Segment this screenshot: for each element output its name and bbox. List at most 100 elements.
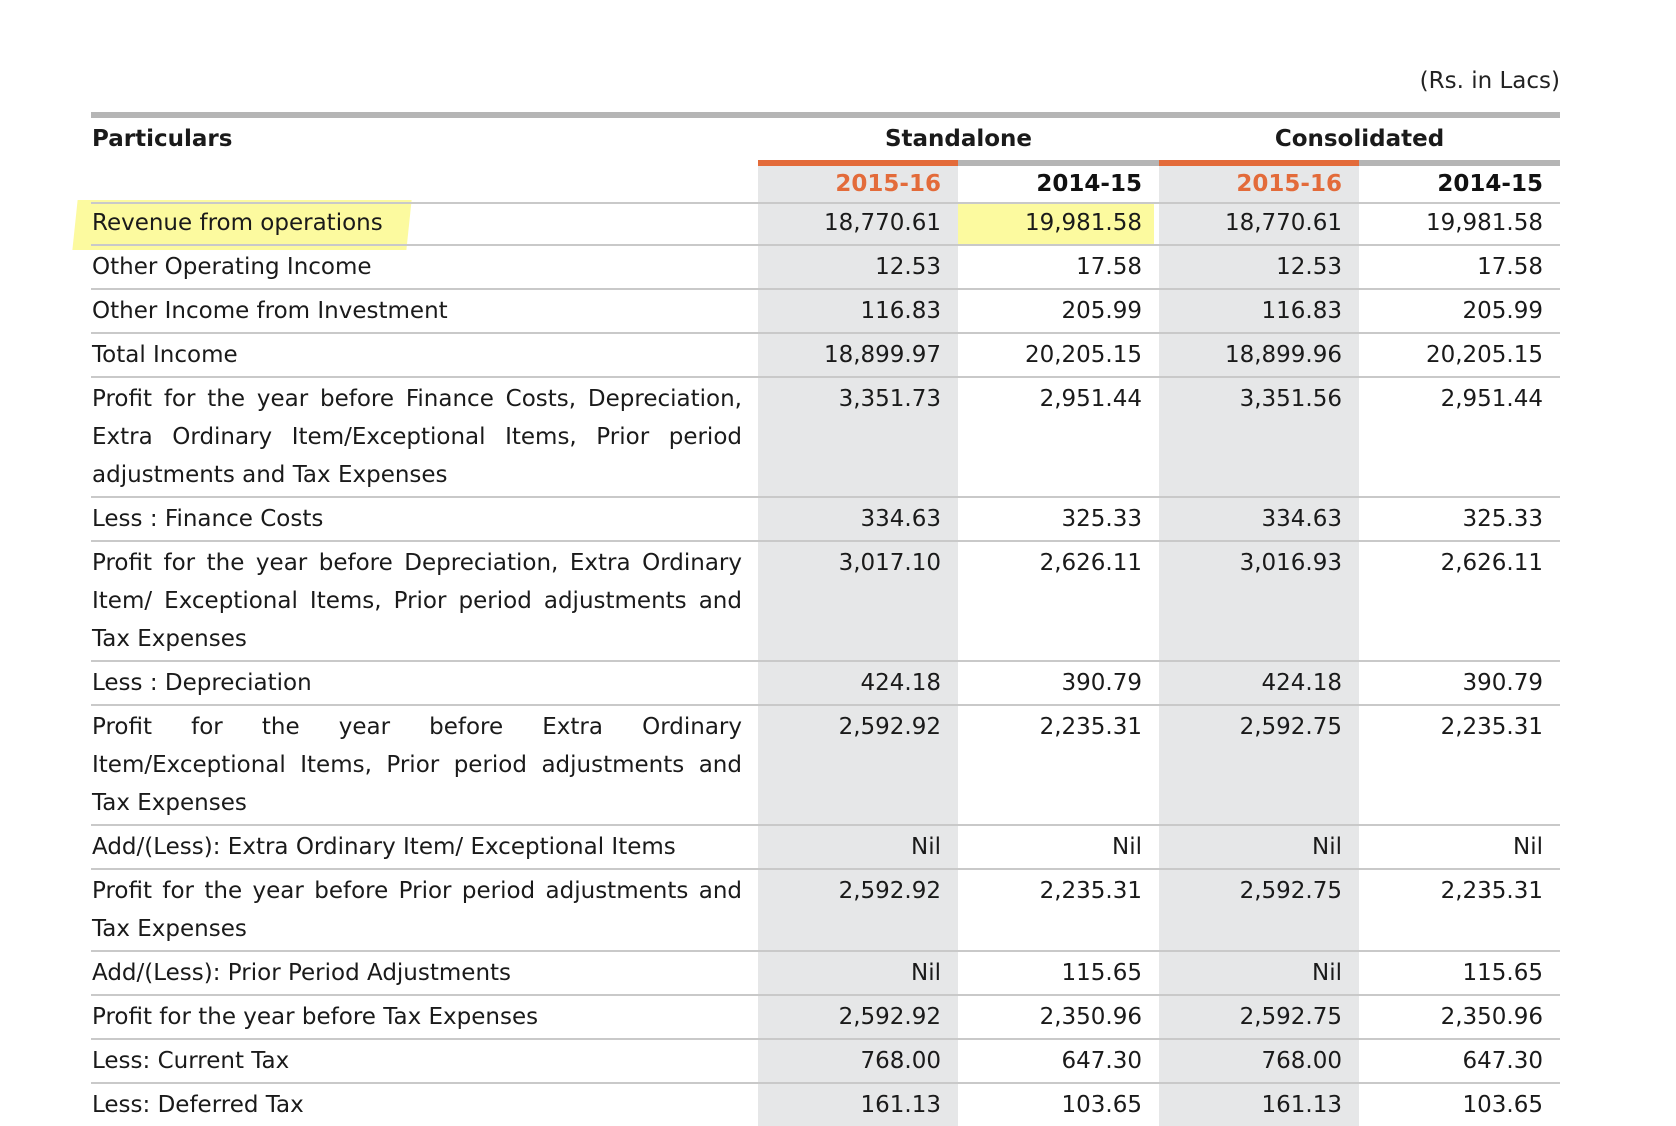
year-standalone-previous: 2014-15 [1036, 171, 1142, 197]
year-standalone-current: 2015-16 [758, 166, 958, 202]
table-body: Revenue from operations 18,770.61 19,981.5… [91, 202, 1560, 1126]
table-row: Profit for the year before Prior period … [91, 868, 1560, 950]
row-label: Add/(Less): Extra Ordinary Item/ Excepti… [92, 834, 676, 860]
row-value: 12.53 [758, 246, 958, 288]
row-label: Profit for the year before Finance Costs… [92, 386, 742, 488]
row-value: Nil [1112, 834, 1142, 860]
row-label: Revenue from operations [92, 210, 383, 236]
row-value: 18,899.97 [758, 334, 958, 376]
header-spacer [91, 166, 758, 202]
row-value: 2,235.31 [1440, 878, 1543, 904]
row-value: Nil [1159, 952, 1359, 994]
row-value: 2,350.96 [1440, 1004, 1543, 1030]
row-value: 18,770.61 [758, 204, 958, 244]
row-value: Nil [758, 952, 958, 994]
consolidated-header: Consolidated [1274, 126, 1445, 152]
row-label: Profit for the year before Tax Expenses [92, 1004, 539, 1030]
row-value: 2,592.75 [1159, 996, 1359, 1038]
row-value: 2,626.11 [1440, 550, 1543, 576]
row-value: 116.83 [758, 290, 958, 332]
row-value: 2,235.31 [1440, 714, 1543, 740]
row-value: 3,017.10 [758, 542, 958, 660]
row-value: 17.58 [1477, 254, 1543, 280]
row-label: Other Operating Income [92, 254, 372, 280]
row-value: 390.79 [1462, 670, 1543, 696]
table-row: Add/(Less): Extra Ordinary Item/ Excepti… [91, 824, 1560, 868]
table-row: Revenue from operations 18,770.61 19,981.5… [91, 202, 1560, 244]
year-consolidated-current: 2015-16 [1159, 166, 1359, 202]
row-label: Less: Deferred Tax [92, 1092, 304, 1118]
row-value: 103.65 [1061, 1092, 1142, 1118]
particulars-header: Particulars [92, 126, 233, 152]
row-label: Profit for the year before Prior period … [92, 878, 742, 942]
row-value: 115.65 [1462, 960, 1543, 986]
row-value: 334.63 [758, 498, 958, 540]
row-value: 161.13 [1159, 1084, 1359, 1126]
row-value: Nil [1513, 834, 1543, 860]
row-value: 3,016.93 [1159, 542, 1359, 660]
row-value: 325.33 [1462, 506, 1543, 532]
row-label: Total Income [92, 342, 238, 368]
row-label: Less : Finance Costs [92, 506, 324, 532]
row-value: 205.99 [1061, 298, 1142, 324]
table-row: Less: Current Tax 768.00 647.30 768.00 647.3… [91, 1038, 1560, 1082]
row-value: 20,205.15 [1425, 342, 1543, 368]
row-value: 18,770.61 [1159, 204, 1359, 244]
row-value: 3,351.73 [758, 378, 958, 496]
year-consolidated-previous: 2014-15 [1437, 171, 1543, 197]
row-value: Nil [758, 826, 958, 868]
row-value: 2,350.96 [1039, 1004, 1142, 1030]
row-value: 768.00 [758, 1040, 958, 1082]
row-value: Nil [1159, 826, 1359, 868]
row-label: Profit for the year before Extra Ordinar… [92, 714, 742, 816]
row-value: 424.18 [1159, 662, 1359, 704]
row-label: Other Income from Investment [92, 298, 448, 324]
row-value: 2,592.92 [758, 996, 958, 1038]
financial-results-table: Particulars Standalone Consolidated 2015… [91, 112, 1560, 1126]
table-row: Profit for the year before Tax Expenses 2… [91, 994, 1560, 1038]
row-value: 2,592.92 [758, 870, 958, 950]
row-label: Profit for the year before Depreciation,… [92, 550, 742, 652]
row-label: Less : Depreciation [92, 670, 312, 696]
row-value: 2,235.31 [1039, 714, 1142, 740]
table-row: Profit for the year before Finance Costs… [91, 376, 1560, 496]
row-value: 2,951.44 [1039, 386, 1142, 412]
row-value: 20,205.15 [1024, 342, 1142, 368]
row-value: 115.65 [1061, 960, 1142, 986]
row-value: 647.30 [1462, 1048, 1543, 1074]
row-value: 2,235.31 [1039, 878, 1142, 904]
row-value: 2,592.92 [758, 706, 958, 824]
row-value: 390.79 [1061, 670, 1142, 696]
table-row: Profit for the year before Depreciation,… [91, 540, 1560, 660]
row-value: 3,351.56 [1159, 378, 1359, 496]
row-value: 19,981.58 [1425, 210, 1543, 236]
row-value: 2,951.44 [1440, 386, 1543, 412]
row-value: 161.13 [758, 1084, 958, 1126]
standalone-header: Standalone [884, 126, 1033, 152]
row-value: 768.00 [1159, 1040, 1359, 1082]
row-value: 205.99 [1462, 298, 1543, 324]
table-row: Profit for the year before Extra Ordinar… [91, 704, 1560, 824]
row-value: 2,592.75 [1159, 706, 1359, 824]
row-value: 12.53 [1159, 246, 1359, 288]
table-row: Less : Depreciation 424.18 390.79 424.18 390… [91, 660, 1560, 704]
row-label: Add/(Less): Prior Period Adjustments [92, 960, 512, 986]
row-value: 647.30 [1061, 1048, 1142, 1074]
row-label: Less: Current Tax [92, 1048, 290, 1074]
row-value: 103.65 [1462, 1092, 1543, 1118]
table-row: Other Operating Income 12.53 17.58 12.53 17.… [91, 244, 1560, 288]
unit-note: (Rs. in Lacs) [1419, 68, 1560, 94]
row-value: 334.63 [1159, 498, 1359, 540]
table-row: Add/(Less): Prior Period Adjustments Nil 1… [91, 950, 1560, 994]
row-value: 424.18 [758, 662, 958, 704]
row-value: 325.33 [1061, 506, 1142, 532]
row-value: 18,899.96 [1159, 334, 1359, 376]
table-row: Other Income from Investment 116.83 205.99… [91, 288, 1560, 332]
row-value: 2,592.75 [1159, 870, 1359, 950]
row-value: 2,626.11 [1039, 550, 1142, 576]
row-value: 116.83 [1159, 290, 1359, 332]
row-value: 19,981.58 [1024, 210, 1142, 236]
table-row: Less: Deferred Tax 161.13 103.65 161.13 103.… [91, 1082, 1560, 1126]
row-value: 17.58 [1076, 254, 1142, 280]
table-header: Particulars Standalone Consolidated 2015… [91, 118, 1560, 202]
